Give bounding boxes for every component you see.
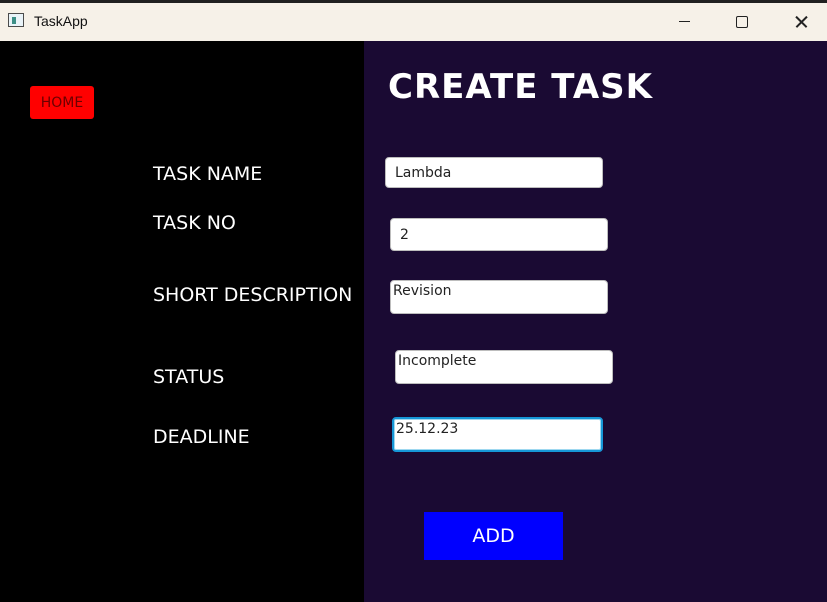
deadline-label: DEADLINE xyxy=(153,426,250,448)
status-field[interactable]: Incomplete xyxy=(395,350,613,384)
page-title: CREATE TASK xyxy=(388,67,653,107)
task-name-field[interactable]: Lambda xyxy=(385,157,603,188)
navigation-panel xyxy=(0,41,364,602)
add-button[interactable]: ADD xyxy=(424,512,563,560)
home-button[interactable]: HOME xyxy=(30,86,94,119)
app-icon xyxy=(8,13,24,27)
window-titlebar: TaskApp xyxy=(0,0,827,41)
deadline-field[interactable]: 25.12.23 xyxy=(392,417,603,452)
task-no-field[interactable]: 2 xyxy=(390,218,608,251)
task-app-window: TaskApp HOME CREATE TASK TASK NAME Lambd… xyxy=(0,0,827,602)
status-label: STATUS xyxy=(153,366,225,388)
short-description-label: SHORT DESCRIPTION xyxy=(153,284,353,306)
task-name-label: TASK NAME xyxy=(153,163,263,185)
short-description-field[interactable]: Revision xyxy=(390,280,608,314)
maximize-icon[interactable] xyxy=(713,3,771,41)
window-title: TaskApp xyxy=(34,13,88,29)
minimize-icon[interactable] xyxy=(655,3,713,41)
task-no-label: TASK NO xyxy=(153,212,236,234)
close-icon[interactable] xyxy=(771,3,827,41)
